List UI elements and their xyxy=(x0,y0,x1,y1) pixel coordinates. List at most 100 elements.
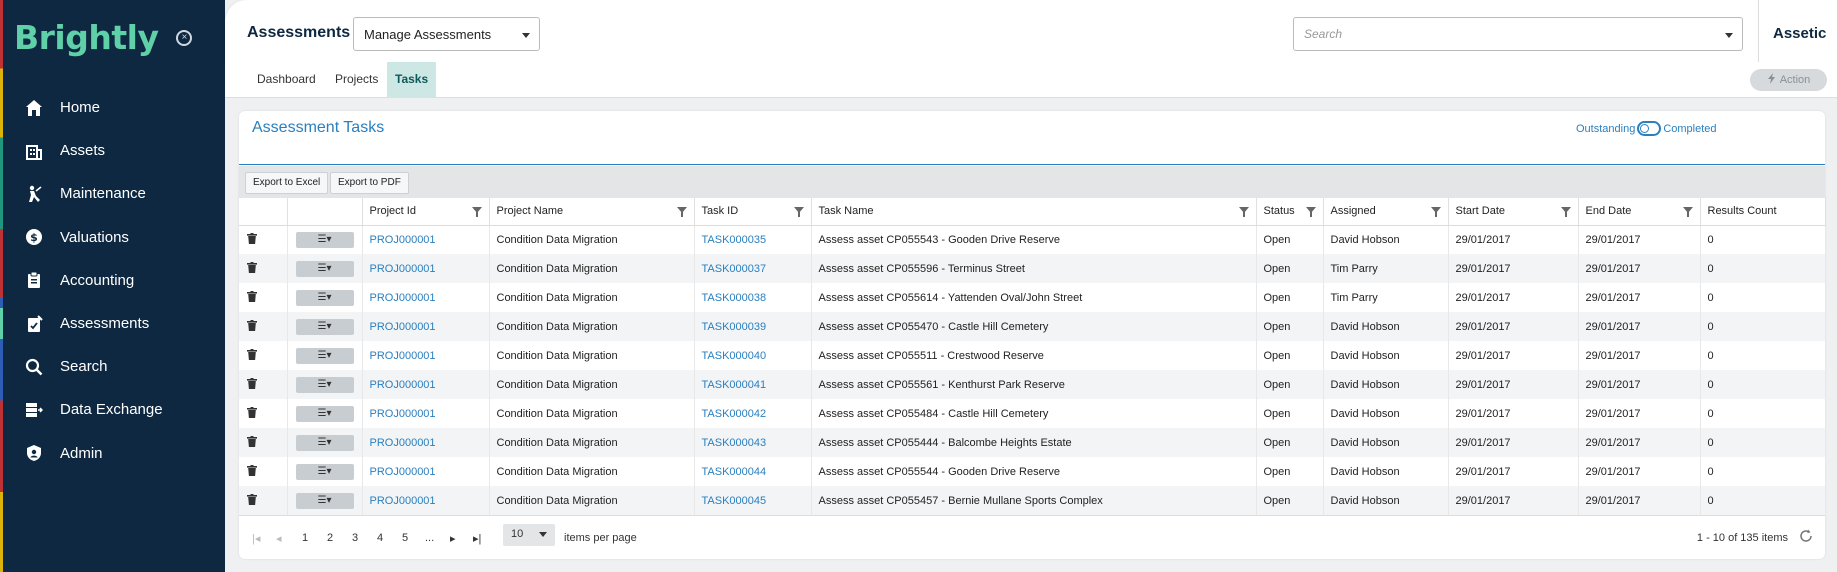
filter-icon[interactable] xyxy=(1430,207,1441,217)
tab-projects[interactable]: Projects xyxy=(327,62,386,98)
row-actions-menu[interactable]: ☰▾ xyxy=(295,492,354,509)
sidebar-item-valuations[interactable]: $ Valuations xyxy=(0,216,225,259)
column-header-task-name[interactable]: Task Name xyxy=(811,198,1257,226)
cell-results: 0 xyxy=(1700,341,1826,370)
cell-project-id[interactable]: PROJ000001 xyxy=(362,225,490,254)
page-title: Assessments xyxy=(247,24,351,41)
cell-project-id[interactable]: PROJ000001 xyxy=(362,341,490,370)
delete-cell xyxy=(239,486,288,515)
export-pdf-button[interactable]: Export to PDF xyxy=(330,172,409,194)
cell-project-id[interactable]: PROJ000001 xyxy=(362,312,490,341)
action-button[interactable]: Action xyxy=(1750,69,1827,91)
cell-project-id[interactable]: PROJ000001 xyxy=(362,254,490,283)
page-link-more[interactable]: ... xyxy=(425,532,434,544)
trash-icon[interactable] xyxy=(247,232,257,244)
sidebar-item-data-exchange[interactable]: Data Exchange xyxy=(0,388,225,431)
column-header-status[interactable]: Status xyxy=(1256,198,1324,226)
cell-project-id[interactable]: PROJ000001 xyxy=(362,370,490,399)
row-actions-menu[interactable]: ☰▾ xyxy=(295,260,354,277)
column-header-project-id[interactable]: Project Id xyxy=(362,198,490,226)
cell-task-id[interactable]: TASK000035 xyxy=(694,225,812,254)
outstanding-completed-toggle[interactable]: Outstanding Completed xyxy=(1576,121,1717,136)
column-header-project-name[interactable]: Project Name xyxy=(489,198,695,226)
collapse-sidebar-icon[interactable]: × xyxy=(176,29,193,46)
sidebar-item-home[interactable]: Home xyxy=(0,86,225,129)
trash-icon[interactable] xyxy=(247,435,257,447)
filter-icon[interactable] xyxy=(1305,207,1316,217)
caret-down-icon[interactable] xyxy=(1725,33,1733,38)
cell-task-id[interactable]: TASK000041 xyxy=(694,370,812,399)
sidebar-item-assessments[interactable]: Assessments xyxy=(0,302,225,345)
cell-task-id[interactable]: TASK000043 xyxy=(694,428,812,457)
sidebar-item-assets[interactable]: Assets xyxy=(0,129,225,172)
org-name[interactable]: Assetic xyxy=(1773,25,1826,42)
row-actions-menu[interactable]: ☰▾ xyxy=(295,405,354,422)
delete-cell xyxy=(239,312,288,341)
page-link[interactable]: 4 xyxy=(377,532,383,544)
trash-icon[interactable] xyxy=(247,290,257,302)
page-link[interactable]: 1 xyxy=(302,532,308,544)
cell-task-id[interactable]: TASK000042 xyxy=(694,399,812,428)
cell-task-id[interactable]: TASK000038 xyxy=(694,283,812,312)
page-link[interactable]: 2 xyxy=(327,532,333,544)
filter-icon[interactable] xyxy=(1682,207,1693,217)
row-actions-menu[interactable]: ☰▾ xyxy=(295,434,354,451)
page-link[interactable]: 5 xyxy=(402,532,408,544)
column-header-start-date[interactable]: Start Date xyxy=(1448,198,1579,226)
trash-icon[interactable] xyxy=(247,464,257,476)
cell-project-name: Condition Data Migration xyxy=(489,312,695,341)
toggle-switch[interactable] xyxy=(1637,121,1662,136)
last-page-icon[interactable]: ▸| xyxy=(473,532,481,545)
trash-icon[interactable] xyxy=(247,319,257,331)
lightning-icon xyxy=(1767,73,1775,84)
trash-icon[interactable] xyxy=(247,261,257,273)
filter-icon[interactable] xyxy=(793,207,804,217)
page-size-select[interactable]: 10 xyxy=(503,524,555,546)
manage-assessments-select[interactable]: Manage Assessments xyxy=(353,17,540,51)
brand-logo[interactable]: Brightly × xyxy=(14,18,193,57)
global-search-input[interactable]: Search xyxy=(1293,17,1743,51)
cell-task-id[interactable]: TASK000037 xyxy=(694,254,812,283)
filter-icon[interactable] xyxy=(1560,207,1571,217)
cell-status: Open xyxy=(1256,312,1324,341)
page-link[interactable]: 3 xyxy=(352,532,358,544)
table-row: ☰▾ PROJ000001 Condition Data Migration TASK… xyxy=(239,254,1826,283)
row-actions-menu[interactable]: ☰▾ xyxy=(295,231,354,248)
sidebar-item-search[interactable]: Search xyxy=(0,345,225,388)
tab-tasks[interactable]: Tasks xyxy=(387,62,437,98)
row-actions-menu[interactable]: ☰▾ xyxy=(295,376,354,393)
sidebar-item-maintenance[interactable]: Maintenance xyxy=(0,172,225,215)
filter-icon[interactable] xyxy=(1238,207,1249,217)
filter-icon[interactable] xyxy=(676,207,687,217)
row-actions-menu[interactable]: ☰▾ xyxy=(295,347,354,364)
trash-icon[interactable] xyxy=(247,406,257,418)
sidebar-item-accounting[interactable]: Accounting xyxy=(0,259,225,302)
column-header-results-count[interactable]: Results Count xyxy=(1700,198,1826,226)
tab-dashboard[interactable]: Dashboard xyxy=(249,62,324,98)
cell-project-id[interactable]: PROJ000001 xyxy=(362,283,490,312)
cell-project-id[interactable]: PROJ000001 xyxy=(362,399,490,428)
cell-project-id[interactable]: PROJ000001 xyxy=(362,486,490,515)
cell-task-id[interactable]: TASK000044 xyxy=(694,457,812,486)
cell-task-id[interactable]: TASK000039 xyxy=(694,312,812,341)
trash-icon[interactable] xyxy=(247,493,257,505)
export-excel-button[interactable]: Export to Excel xyxy=(245,172,329,194)
row-actions-menu[interactable]: ☰▾ xyxy=(295,463,354,480)
cell-task-id[interactable]: TASK000040 xyxy=(694,341,812,370)
row-actions-menu[interactable]: ☰▾ xyxy=(295,318,354,335)
first-page-icon[interactable]: |◂ xyxy=(252,532,260,545)
next-page-icon[interactable]: ▸ xyxy=(450,532,456,545)
row-actions-menu[interactable]: ☰▾ xyxy=(295,289,354,306)
column-header-end-date[interactable]: End Date xyxy=(1578,198,1701,226)
trash-icon[interactable] xyxy=(247,348,257,360)
column-header-task-id[interactable]: Task ID xyxy=(694,198,812,226)
cell-project-id[interactable]: PROJ000001 xyxy=(362,428,490,457)
filter-icon[interactable] xyxy=(471,207,482,217)
column-header-assigned[interactable]: Assigned xyxy=(1323,198,1449,226)
refresh-icon[interactable] xyxy=(1799,529,1813,543)
cell-project-id[interactable]: PROJ000001 xyxy=(362,457,490,486)
cell-task-id[interactable]: TASK000045 xyxy=(694,486,812,515)
trash-icon[interactable] xyxy=(247,377,257,389)
prev-page-icon[interactable]: ◂ xyxy=(276,532,282,545)
sidebar-item-admin[interactable]: Admin xyxy=(0,432,225,475)
